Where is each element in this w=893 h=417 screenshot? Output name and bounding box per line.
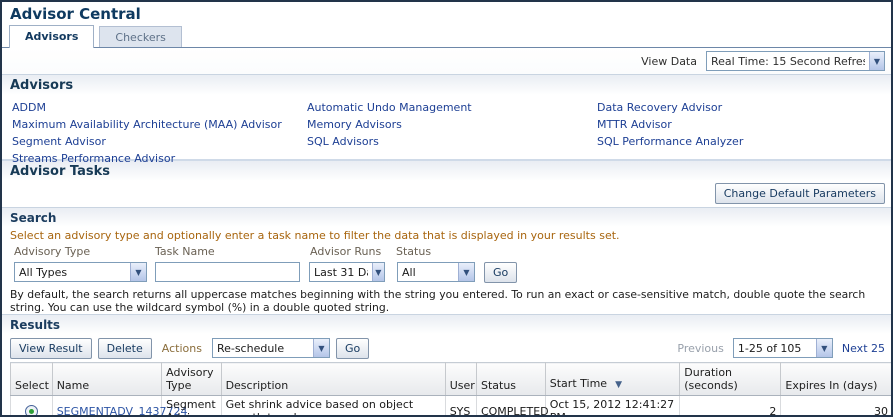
page-title: Advisor Central [10, 5, 141, 23]
status-value: All [402, 265, 416, 279]
link-mttr-advisor[interactable]: MTTR Advisor [597, 116, 891, 133]
status-cell: COMPLETED [476, 395, 549, 415]
actions-label: Actions [161, 341, 202, 355]
advisor-links: ADDM Maximum Availability Architecture (… [2, 95, 891, 165]
expires-cell: 30 [780, 395, 891, 415]
view-data-row: View Data Real Time: 15 Second Refresh ▼ [2, 48, 891, 74]
search-tip-text: Select an advisory type and optionally e… [10, 229, 620, 242]
link-data-recovery-advisor[interactable]: Data Recovery Advisor [597, 99, 891, 116]
link-addm[interactable]: ADDM [12, 99, 307, 116]
col-header-duration[interactable]: Duration (seconds) [679, 362, 782, 396]
link-sql-performance-analyzer[interactable]: SQL Performance Analyzer [597, 133, 891, 150]
duration-cell: 2 [679, 395, 782, 415]
description-cell: Get shrink advice based on object growth… [221, 395, 446, 415]
view-data-label: View Data [641, 54, 697, 68]
advisory-type-select[interactable]: All Types ▼ [14, 262, 147, 282]
link-memory-advisors[interactable]: Memory Advisors [307, 116, 597, 133]
results-table: Select Name Advisory Type Description Us… [10, 362, 891, 415]
advisor-runs-label: Advisor Runs [310, 245, 382, 258]
col-header-status[interactable]: Status [476, 362, 546, 396]
chevron-down-icon: ▼ [815, 339, 832, 357]
col-header-expires[interactable]: Expires In (days) [780, 362, 891, 396]
actions-value: Re-schedule [216, 341, 285, 355]
task-name-label: Task Name [155, 245, 215, 258]
advisory-type-label: Advisory Type [14, 245, 91, 258]
col-header-user[interactable]: User [445, 362, 477, 396]
page-range-select[interactable]: 1-25 of 105 ▼ [732, 338, 833, 358]
advisors-section-title: Advisors [10, 78, 74, 93]
name-cell: SEGMENTADV_1437724 [52, 395, 188, 415]
link-sql-advisors[interactable]: SQL Advisors [307, 133, 597, 150]
results-title: Results [10, 318, 61, 332]
search-note-text: By default, the search returns all upper… [10, 288, 866, 314]
radio-dot-icon [28, 409, 34, 414]
change-default-parameters-button[interactable]: Change Default Parameters [714, 183, 885, 204]
link-maa-advisor[interactable]: Maximum Availability Architecture (MAA) … [12, 116, 307, 133]
search-section-header: Search [2, 207, 891, 227]
col-header-advisory-type[interactable]: Advisory Type [161, 362, 222, 396]
chevron-down-icon: ▼ [458, 263, 474, 281]
pagination: Previous 1-25 of 105 ▼ Next 25 [677, 338, 885, 358]
sort-descending-icon[interactable]: ▼ [615, 380, 622, 390]
start-time-cell: Oct 15, 2012 12:41:27 PM [545, 395, 681, 415]
delete-button[interactable]: Delete [97, 337, 152, 359]
link-segment-advisor[interactable]: Segment Advisor [12, 133, 307, 150]
table-header-row: Select Name Advisory Type Description Us… [10, 362, 891, 396]
advisory-type-value: All Types [19, 265, 68, 279]
advisor-runs-value: Last 31 Days [314, 265, 368, 279]
select-cell [10, 395, 53, 415]
chevron-down-icon: ▼ [130, 263, 146, 281]
search-field-labels: Advisory Type Task Name Advisor Runs Sta… [2, 245, 891, 260]
status-select[interactable]: All ▼ [397, 262, 475, 282]
advisors-section-header: Advisors [2, 74, 891, 95]
page-range-value: 1-25 of 105 [737, 341, 802, 355]
col-header-select: Select [10, 362, 53, 396]
chevron-down-icon: ▼ [312, 339, 329, 357]
link-automatic-undo-management[interactable]: Automatic Undo Management [307, 99, 597, 116]
table-row: SEGMENTADV_1437724 Segment Advisor Get s… [10, 395, 891, 415]
search-go-button[interactable]: Go [484, 261, 518, 283]
next-25-link[interactable]: Next 25 [842, 342, 885, 355]
chevron-down-icon: ▼ [371, 263, 384, 281]
search-title: Search [10, 211, 57, 225]
results-toolbar: View Result Delete Actions Re-schedule ▼… [2, 334, 891, 362]
advisor-central-page: Advisor Central Advisors Checkers View D… [0, 0, 893, 417]
row-select-radio-selected[interactable] [24, 405, 38, 415]
view-data-value: Real Time: 15 Second Refresh [711, 54, 865, 68]
start-time-header-label: Start Time [549, 377, 608, 390]
previous-link-disabled: Previous [677, 341, 724, 355]
actions-go-button[interactable]: Go [335, 337, 370, 359]
tab-checkers[interactable]: Checkers [99, 26, 182, 47]
task-name-input[interactable] [155, 262, 300, 282]
advisor-runs-select[interactable]: Last 31 Days ▼ [309, 262, 385, 282]
advisor-tasks-actions-row: Change Default Parameters [2, 181, 891, 207]
user-cell: SYS [445, 395, 477, 415]
status-label: Status [396, 245, 432, 258]
advisory-type-cell: Segment Advisor [161, 395, 222, 415]
tab-advisors[interactable]: Advisors [9, 25, 95, 48]
chevron-down-icon: ▼ [868, 52, 884, 70]
view-data-select[interactable]: Real Time: 15 Second Refresh ▼ [706, 51, 885, 71]
view-result-button[interactable]: View Result [10, 337, 92, 359]
actions-select[interactable]: Re-schedule ▼ [211, 338, 330, 358]
tab-bar: Advisors Checkers [2, 24, 891, 48]
search-controls: All Types ▼ Last 31 Days ▼ All ▼ Go [2, 260, 891, 284]
col-header-start-time[interactable]: Start Time ▼ [545, 362, 681, 396]
results-section-header: Results [2, 314, 891, 334]
col-header-description[interactable]: Description [221, 362, 446, 396]
col-header-name[interactable]: Name [52, 362, 163, 396]
